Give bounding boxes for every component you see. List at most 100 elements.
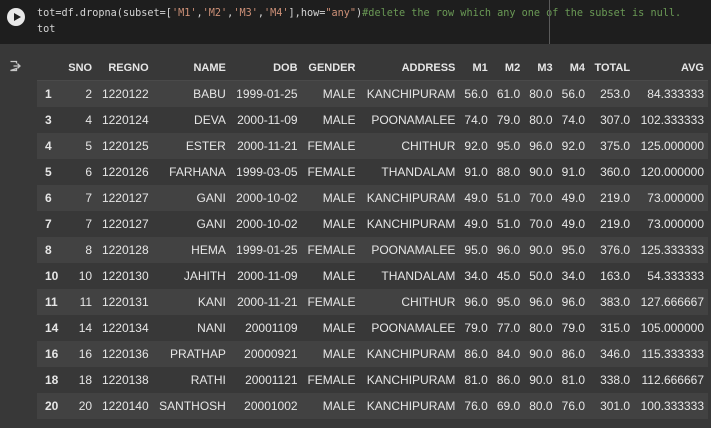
table-cell: 338.0 [600, 373, 631, 387]
table-cell: GANI [196, 217, 226, 231]
table-cell: 84.0 [496, 347, 521, 361]
table-cell: 86.0 [561, 347, 585, 361]
table-cell: 96.0 [529, 139, 553, 153]
table-cell: 219.0 [600, 191, 631, 205]
table-cell: 90.0 [529, 165, 553, 179]
table-cell: 90.0 [529, 243, 553, 257]
table-row: 11 11 1220131 KANI 2000-11-21 FEMALE CHITHUR 96… [37, 289, 708, 315]
table-cell: POONAMALEE [371, 321, 456, 335]
table-cell: THANDALAM [381, 165, 456, 179]
row-index: 16 [45, 347, 59, 361]
table-cell: 80.0 [529, 399, 553, 413]
output-redirect-icon[interactable] [9, 57, 21, 72]
code-token: 'M4' [264, 8, 289, 19]
table-cell: MALE [322, 399, 356, 413]
table-cell: 91.0 [561, 165, 585, 179]
code-line: tot=df.dropna(subset=['M1','M2','M3','M4… [37, 6, 711, 22]
column-header: REGNO [96, 56, 153, 81]
column-header: GENDER [301, 56, 360, 81]
table-cell: 56.0 [561, 87, 585, 101]
table-cell: MALE [322, 113, 356, 127]
table-cell: 20001109 [245, 321, 298, 335]
table-cell: FEMALE [307, 295, 356, 309]
code-cell[interactable]: tot=df.dropna(subset=['M1','M2','M3','M4… [0, 0, 711, 44]
table-cell: 91.0 [464, 165, 488, 179]
table-cell: CHITHUR [401, 139, 456, 153]
table-cell: 5 [85, 139, 93, 153]
table-cell: FEMALE [307, 243, 356, 257]
table-cell: KANCHIPURAM [366, 399, 456, 413]
table-cell: 86.0 [464, 347, 488, 361]
table-cell: 125.000000 [640, 139, 704, 153]
table-cell: 1220128 [101, 243, 149, 257]
table-cell: 163.0 [600, 269, 631, 283]
table-cell: 79.0 [561, 321, 585, 335]
table-cell: 90.0 [529, 373, 553, 387]
table-cell: 81.0 [561, 373, 585, 387]
table-body: 1 2 1220122 BABU 1999-01-25 MALE KANCHIPURAM 56… [37, 80, 708, 419]
table-cell: 346.0 [600, 347, 631, 361]
code-token: 'M2' [202, 8, 228, 19]
table-cell: 96.0 [529, 295, 553, 309]
run-cell-button[interactable] [7, 8, 25, 26]
table-cell: 34.0 [464, 269, 488, 283]
table-cell: 112.666667 [641, 373, 704, 387]
table-cell: 49.0 [464, 217, 488, 231]
table-cell: 20000921 [244, 347, 298, 361]
row-index: 6 [45, 191, 52, 205]
table-cell: 20 [78, 399, 93, 413]
table-cell: POONAMALEE [371, 243, 456, 257]
row-index: 1 [45, 87, 52, 101]
table-cell: 2000-10-02 [236, 217, 298, 231]
table-cell: 70.0 [529, 217, 553, 231]
table-cell: 74.0 [561, 113, 585, 127]
row-index: 4 [45, 139, 52, 153]
table-cell: 2000-11-21 [237, 295, 298, 309]
table-cell: 120.000000 [640, 165, 704, 179]
table-cell: DEVA [194, 113, 226, 127]
row-index: 8 [45, 243, 52, 257]
table-cell: 77.0 [496, 321, 521, 335]
table-cell: MALE [322, 191, 356, 205]
table-cell: 76.0 [561, 399, 585, 413]
table-cell: SANTHOSH [159, 399, 226, 413]
table-cell: 90.0 [529, 347, 553, 361]
table-cell: JAHITH [183, 269, 226, 283]
table-cell: 95.0 [464, 243, 488, 257]
table-cell: 18 [78, 373, 93, 387]
table-cell: POONAMALEE [371, 113, 456, 127]
table-cell: 81.0 [464, 373, 488, 387]
table-cell: 2 [85, 87, 93, 101]
column-header: SNO [63, 56, 97, 81]
table-cell: 79.0 [496, 113, 521, 127]
code-token: 'M1' [171, 8, 197, 19]
table-cell: 105.000000 [640, 321, 704, 335]
table-cell: 20001002 [244, 399, 298, 413]
table-cell: ESTER [185, 139, 226, 153]
table-cell: FEMALE [307, 373, 356, 387]
code-editor[interactable]: tot=df.dropna(subset=['M1','M2','M3','M4… [37, 6, 711, 38]
table-cell: MALE [322, 87, 356, 101]
column-header: NAME [152, 56, 230, 81]
column-header: M3 [524, 56, 557, 81]
row-index: 14 [45, 321, 59, 335]
table-cell: RATHI [190, 373, 226, 387]
table-cell: 1220127 [101, 191, 149, 205]
table-cell: MALE [322, 321, 356, 335]
table-cell: 34.0 [561, 269, 585, 283]
table-cell: 96.0 [561, 295, 585, 309]
code-token: tot [37, 24, 56, 35]
table-cell: 301.0 [600, 399, 631, 413]
notebook: tot=df.dropna(subset=['M1','M2','M3','M4… [0, 0, 711, 428]
table-cell: 2000-11-09 [237, 269, 298, 283]
table-header-row: SNO REGNO NAME DOB GENDER ADDRESS M1 M2 M3 M4 TOTA… [37, 56, 708, 81]
code-token: #delete the row which any one of the sub… [362, 8, 682, 19]
table-cell: FEMALE [307, 139, 356, 153]
table-cell: 79.0 [464, 321, 488, 335]
table-cell: 74.0 [464, 113, 488, 127]
table-cell: 96.0 [496, 243, 521, 257]
table-cell: 61.0 [496, 87, 521, 101]
table-cell: 86.0 [496, 373, 521, 387]
table-cell: 76.0 [464, 399, 488, 413]
table-row: 7 7 1220127 GANI 2000-10-02 MALE KANCHIPURAM 49… [37, 211, 708, 237]
